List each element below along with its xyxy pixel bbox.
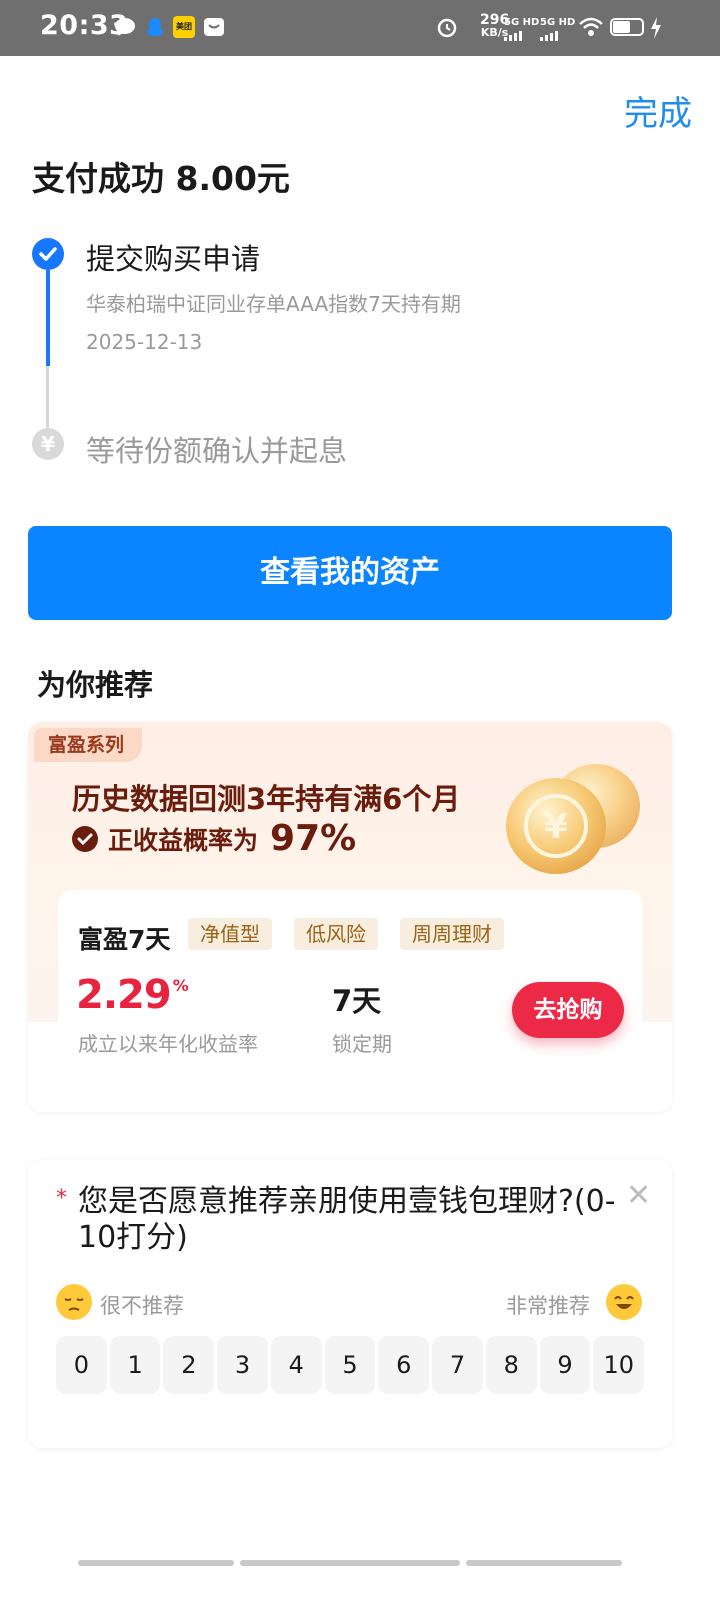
survey-question: 您是否愿意推荐亲朋使用壹钱包理财?(0-10打分) — [78, 1184, 616, 1255]
lock-period-caption: 锁定期 — [332, 1032, 392, 1056]
product-name: 富盈7天 — [78, 925, 171, 954]
lock-period-value: 7天 — [332, 984, 382, 1018]
tag-weekly: 周周理财 — [400, 918, 504, 950]
tag-low-risk: 低风险 — [294, 918, 378, 950]
page-title: 支付成功 8.00元 — [32, 159, 290, 198]
score-option-0[interactable]: 0 — [56, 1336, 107, 1394]
check-circle-icon — [72, 825, 98, 852]
step-submit-title: 提交购买申请 — [86, 242, 261, 276]
score-option-7[interactable]: 7 — [432, 1336, 483, 1394]
step-submit-date: 2025-12-13 — [86, 330, 203, 354]
buy-now-button[interactable]: 去抢购 — [512, 982, 624, 1038]
nav-bar-segment[interactable] — [466, 1560, 622, 1566]
required-mark: * — [56, 1186, 67, 1211]
annual-rate-caption: 成立以来年化收益率 — [78, 1032, 258, 1056]
timeline-pending-line — [46, 366, 49, 432]
nav-bar-segment[interactable] — [240, 1560, 460, 1566]
score-option-6[interactable]: 6 — [378, 1336, 430, 1394]
charging-icon — [651, 17, 661, 39]
score-option-5[interactable]: 5 — [324, 1336, 376, 1394]
wifi-icon — [579, 17, 603, 36]
yen-icon: ¥ — [32, 428, 64, 460]
done-button[interactable]: 完成 — [624, 86, 692, 135]
meituan-icon: 美团 — [173, 16, 195, 38]
mail-icon — [204, 18, 224, 36]
score-option-1[interactable]: 1 — [109, 1336, 161, 1394]
recommend-product-card[interactable]: 富盈系列 历史数据回测3年持有满6个月 正收益概率为 97% ¥ 富盈7天 净值… — [28, 722, 672, 1112]
low-score-label: 很不推荐 — [100, 1294, 184, 1318]
message-icon — [115, 18, 135, 36]
battery-icon — [610, 18, 644, 36]
series-tag: 富盈系列 — [34, 728, 143, 762]
high-score-label: 非常推荐 — [506, 1294, 590, 1318]
qq-icon — [147, 18, 163, 36]
score-option-3[interactable]: 3 — [217, 1336, 268, 1394]
nav-bar-segment[interactable] — [78, 1560, 234, 1566]
banner-probability: 正收益概率为 97% — [72, 818, 356, 859]
view-assets-button[interactable]: 查看我的资产 — [28, 526, 672, 620]
sim2-signal: 5G HD — [540, 18, 575, 41]
score-option-2[interactable]: 2 — [163, 1336, 215, 1394]
score-selector: 0 1 2 3 4 5 6 7 8 9 10 — [56, 1336, 645, 1394]
timeline-progress-line — [46, 270, 50, 366]
svg-text:¥: ¥ — [544, 807, 568, 847]
score-option-9[interactable]: 9 — [539, 1336, 591, 1394]
alarm-icon — [437, 18, 457, 38]
step-confirm-title: 等待份额确认并起息 — [86, 434, 348, 468]
nps-survey-card: * 您是否愿意推荐亲朋使用壹钱包理财?(0-10打分) ✕ 很不推荐 非常推荐 … — [28, 1160, 672, 1448]
probability-value: 97% — [270, 818, 357, 859]
step-submit-product: 华泰柏瑞中证同业存单AAA指数7天持有期 — [86, 292, 461, 316]
score-option-4[interactable]: 4 — [270, 1336, 322, 1394]
sim1-signal: 5G HD — [504, 18, 539, 41]
tag-net-value: 净值型 — [188, 918, 272, 950]
score-option-8[interactable]: 8 — [485, 1336, 537, 1394]
recommend-section-title: 为你推荐 — [37, 668, 154, 702]
laughing-face-icon — [606, 1284, 642, 1320]
product-detail-panel: 富盈7天 净值型 低风险 周周理财 2.29% 成立以来年化收益率 7天 锁定期… — [58, 890, 642, 1112]
score-option-10[interactable]: 10 — [593, 1336, 645, 1394]
close-icon[interactable]: ✕ — [626, 1178, 651, 1213]
check-icon — [32, 238, 64, 270]
coin-icon: ¥ — [506, 764, 640, 874]
status-bar: 20:33 美团 296 KB/s 5G HD 5G HD — [0, 0, 720, 56]
banner-headline: 历史数据回测3年持有满6个月 — [72, 782, 461, 816]
sad-face-icon — [56, 1284, 92, 1320]
annual-rate: 2.29% — [76, 972, 189, 1018]
